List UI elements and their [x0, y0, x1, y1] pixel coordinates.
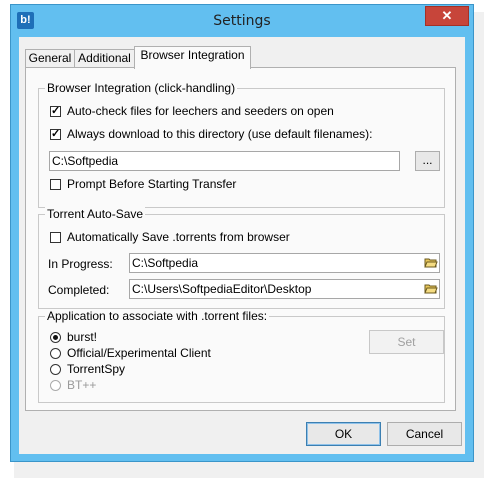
browse-directory-button[interactable]: ...	[415, 151, 440, 171]
auto-check-box[interactable]	[50, 104, 61, 117]
prompt-label: Prompt Before Starting Transfer	[67, 177, 237, 191]
radio-official-client-button[interactable]	[50, 347, 61, 359]
open-folder-icon[interactable]	[424, 283, 438, 294]
radio-burst[interactable]: burst!	[50, 330, 97, 344]
browser-integration-title: Browser Integration (click-handling)	[45, 81, 238, 95]
cancel-button[interactable]: Cancel	[387, 422, 462, 446]
auto-save-label: Automatically Save .torrents from browse…	[67, 230, 290, 244]
auto-save-box[interactable]	[50, 231, 61, 243]
radio-burst-label: burst!	[67, 330, 98, 344]
always-download-checkbox[interactable]: Always download to this directory (use d…	[50, 127, 372, 141]
prompt-box[interactable]	[50, 178, 61, 190]
title-bar[interactable]: b! Settings ✕	[11, 5, 473, 37]
auto-check-label: Auto-check files for leechers and seeder…	[67, 104, 334, 118]
open-folder-icon[interactable]	[424, 257, 438, 268]
close-button[interactable]: ✕	[425, 6, 469, 26]
association-group: Application to associate with .torrent f…	[38, 309, 445, 403]
always-download-label: Always download to this directory (use d…	[67, 127, 373, 141]
radio-torrentspy-button[interactable]	[50, 363, 61, 375]
radio-burst-button[interactable]	[50, 331, 61, 343]
window-title: Settings	[213, 13, 271, 29]
always-download-box[interactable]	[50, 127, 61, 140]
radio-official-client[interactable]: Official/Experimental Client	[50, 346, 211, 360]
auto-save-checkbox[interactable]: Automatically Save .torrents from browse…	[50, 230, 290, 244]
completed-label: Completed:	[48, 283, 110, 297]
radio-official-client-label: Official/Experimental Client	[67, 346, 211, 360]
in-progress-label: In Progress:	[48, 257, 113, 271]
dialog-client: General Additional Browser Integration B…	[19, 37, 465, 454]
association-title: Application to associate with .torrent f…	[45, 309, 270, 323]
in-progress-field[interactable]: C:\Softpedia	[129, 253, 440, 273]
prompt-checkbox[interactable]: Prompt Before Starting Transfer	[50, 177, 236, 191]
in-progress-value: C:\Softpedia	[132, 256, 199, 270]
directory-field[interactable]: C:\Softpedia	[49, 151, 400, 171]
radio-torrentspy-label: TorrentSpy	[67, 362, 126, 376]
radio-btplusplus-label: BT++	[67, 378, 97, 392]
set-button[interactable]: Set	[369, 330, 444, 354]
torrent-auto-save-group: Torrent Auto-Save Automatically Save .to…	[38, 207, 445, 309]
tab-browser-integration[interactable]: Browser Integration	[134, 46, 251, 69]
browser-integration-group: Browser Integration (click-handling) Aut…	[38, 81, 445, 208]
radio-btplusplus: BT++	[50, 378, 96, 392]
settings-window: b! Settings ✕ General Additional Browser…	[10, 4, 474, 462]
completed-field[interactable]: C:\Users\SoftpediaEditor\Desktop	[129, 279, 440, 299]
radio-btplusplus-button	[50, 379, 61, 391]
radio-torrentspy[interactable]: TorrentSpy	[50, 362, 125, 376]
completed-value: C:\Users\SoftpediaEditor\Desktop	[132, 282, 312, 296]
auto-check-checkbox[interactable]: Auto-check files for leechers and seeder…	[50, 104, 334, 118]
ok-button[interactable]: OK	[306, 422, 381, 446]
tab-panel: Browser Integration (click-handling) Aut…	[25, 67, 456, 411]
tab-general[interactable]: General	[25, 49, 75, 68]
tab-additional[interactable]: Additional	[74, 49, 135, 68]
torrent-auto-save-title: Torrent Auto-Save	[45, 207, 146, 221]
